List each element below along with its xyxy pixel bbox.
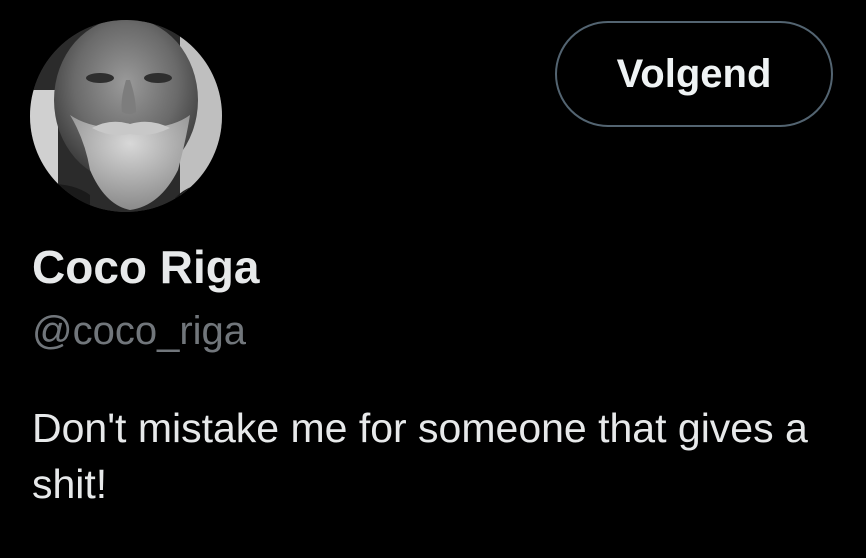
profile-bio: Don't mistake me for someone that gives … xyxy=(32,405,808,507)
avatar-photo xyxy=(30,20,222,212)
following-button[interactable]: Volgend xyxy=(555,21,833,127)
profile-display-name: Coco Riga xyxy=(32,241,260,293)
profile-avatar[interactable] xyxy=(30,20,222,212)
profile-handle[interactable]: @coco_riga xyxy=(32,306,246,356)
